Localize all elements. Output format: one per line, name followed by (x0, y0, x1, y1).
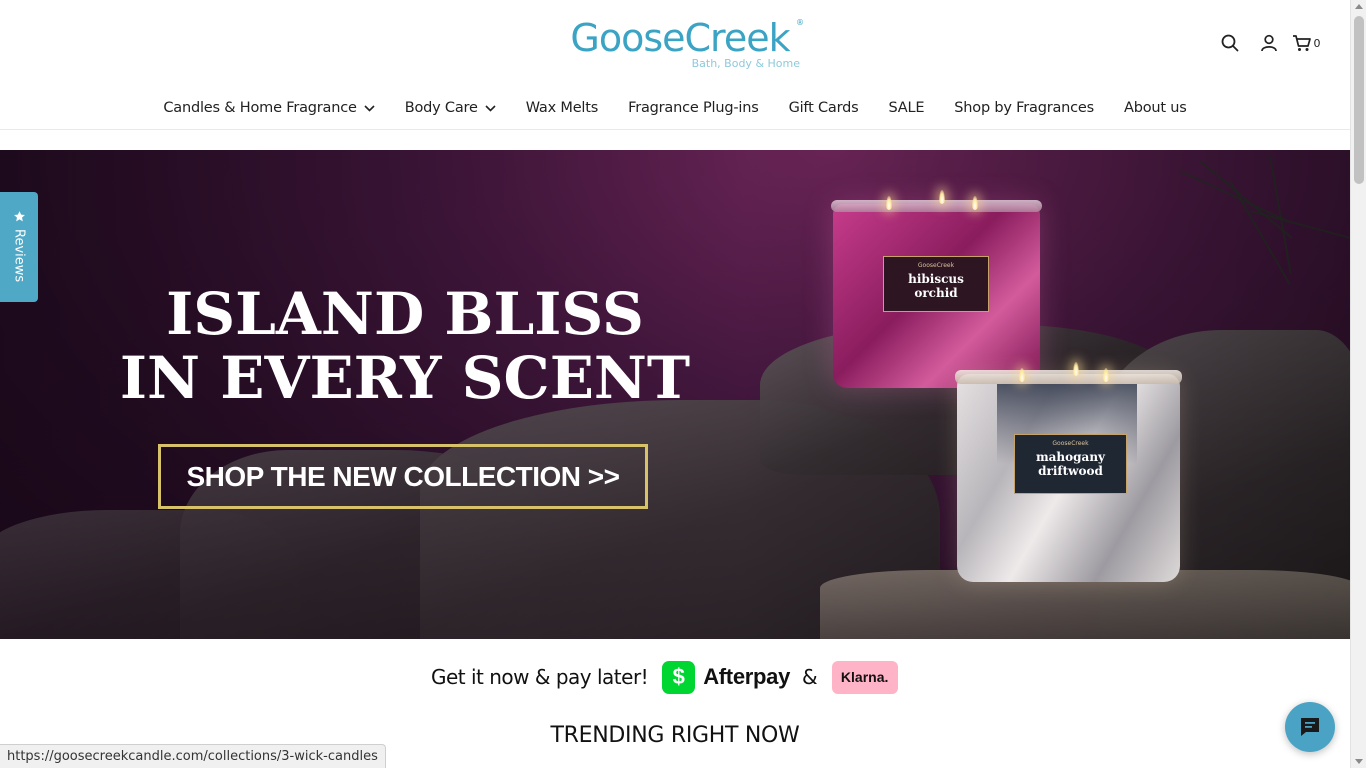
scrollbar-thumb[interactable] (1354, 16, 1364, 184)
candle-brand: GooseCreek (917, 262, 955, 269)
candle-name-line1: hibiscus (908, 272, 964, 286)
chat-button[interactable] (1285, 702, 1335, 752)
hero-title-line2: IN EVERY SCENT (119, 344, 691, 412)
nav-item-label: Body Care (404, 100, 478, 116)
candle-name-line2: orchid (914, 286, 958, 300)
shop-new-collection-button[interactable]: SHOP THE NEW COLLECTION >> (158, 444, 648, 509)
candle-label: GooseCreek hibiscus orchid (883, 256, 989, 312)
page: GooseCreek ® Bath, Body & Home 0 Candles… (0, 0, 1350, 768)
nav-item-label: Wax Melts (525, 100, 599, 116)
nav-item-label: Fragrance Plug-ins (628, 100, 759, 116)
nav-item-label: About us (1124, 100, 1187, 116)
klarna-logo: Klarna. (831, 660, 898, 694)
hero-title: ISLAND BLISS IN EVERY SCENT (95, 282, 715, 410)
nav-item-fragrance-plug-ins[interactable]: Fragrance Plug-ins (613, 96, 773, 120)
scroll-up-arrow-icon[interactable] (1355, 4, 1363, 9)
nav-item-wax-melts[interactable]: Wax Melts (511, 96, 613, 120)
account-button[interactable] (1249, 32, 1288, 54)
logo-tagline: Bath, Body & Home (691, 57, 800, 70)
nav-item-sale[interactable]: SALE (873, 96, 939, 120)
cash-app-icon: $ (662, 660, 696, 694)
afterpay-logo: Afterpay (703, 664, 791, 689)
logo-registered-mark: ® (796, 18, 804, 27)
candle-mahogany-driftwood: GooseCreek mahogany driftwood (955, 362, 1182, 582)
ampersand: & (802, 665, 818, 689)
main-nav: Candles & Home Fragrance Body Care Wax M… (0, 96, 1350, 120)
candle-rim (831, 200, 1042, 212)
header-icons: 0 (1210, 32, 1324, 54)
link-status-bar: https://goosecreekcandle.com/collections… (0, 744, 386, 768)
nav-item-label: Shop by Fragrances (954, 100, 1094, 116)
reviews-tab[interactable]: Reviews (0, 192, 38, 302)
pay-later-text: Get it now & pay later! (431, 665, 649, 689)
search-icon (1221, 34, 1238, 52)
flame-icon (972, 196, 978, 210)
candle-label: GooseCreek mahogany driftwood (1014, 434, 1127, 494)
nav-item-body-care[interactable]: Body Care (390, 96, 511, 120)
flame-icon (886, 196, 892, 210)
nav-item-candles[interactable]: Candles & Home Fragrance (148, 96, 389, 120)
site-header: GooseCreek ® Bath, Body & Home 0 Candles… (0, 0, 1350, 130)
hero-banner[interactable]: GooseCreek hibiscus orchid GooseCreek ma… (0, 150, 1350, 639)
chat-icon (1301, 718, 1319, 736)
flame-icon (1103, 368, 1109, 382)
flame-icon (1073, 362, 1079, 376)
nav-item-label: SALE (888, 100, 925, 116)
logo[interactable]: GooseCreek ® Bath, Body & Home (550, 16, 810, 72)
cart-count: 0 (1313, 36, 1321, 50)
candle-rim (955, 370, 1182, 384)
reviews-tab-label: Reviews (11, 229, 27, 283)
candle-hibiscus-orchid: GooseCreek hibiscus orchid (831, 190, 1042, 388)
candle-name-line1: mahogany (1035, 450, 1106, 464)
scrollbar[interactable] (1350, 0, 1366, 768)
nav-item-about-us[interactable]: About us (1109, 96, 1202, 120)
logo-text: GooseCreek (570, 16, 790, 60)
cart-button[interactable]: 0 (1288, 32, 1324, 54)
search-button[interactable] (1210, 32, 1249, 54)
chevron-down-icon (485, 104, 496, 112)
chevron-down-icon (364, 104, 375, 112)
candle-brand: GooseCreek (1052, 440, 1089, 447)
account-icon (1260, 34, 1277, 52)
star-icon (13, 211, 25, 222)
candle-name-line2: driftwood (1038, 464, 1103, 478)
nav-item-label: Candles & Home Fragrance (163, 100, 357, 116)
flame-icon (939, 190, 945, 204)
scroll-down-arrow-icon[interactable] (1355, 759, 1363, 764)
nav-item-shop-by-fragrances[interactable]: Shop by Fragrances (939, 96, 1109, 120)
cart-icon (1292, 35, 1311, 51)
flame-icon (1019, 368, 1025, 382)
nav-item-gift-cards[interactable]: Gift Cards (774, 96, 874, 120)
nav-item-label: Gift Cards (788, 100, 859, 116)
pay-later-banner: Get it now & pay later! $ Afterpay & Kla… (431, 659, 898, 695)
hero-title-line1: ISLAND BLISS (166, 280, 644, 348)
